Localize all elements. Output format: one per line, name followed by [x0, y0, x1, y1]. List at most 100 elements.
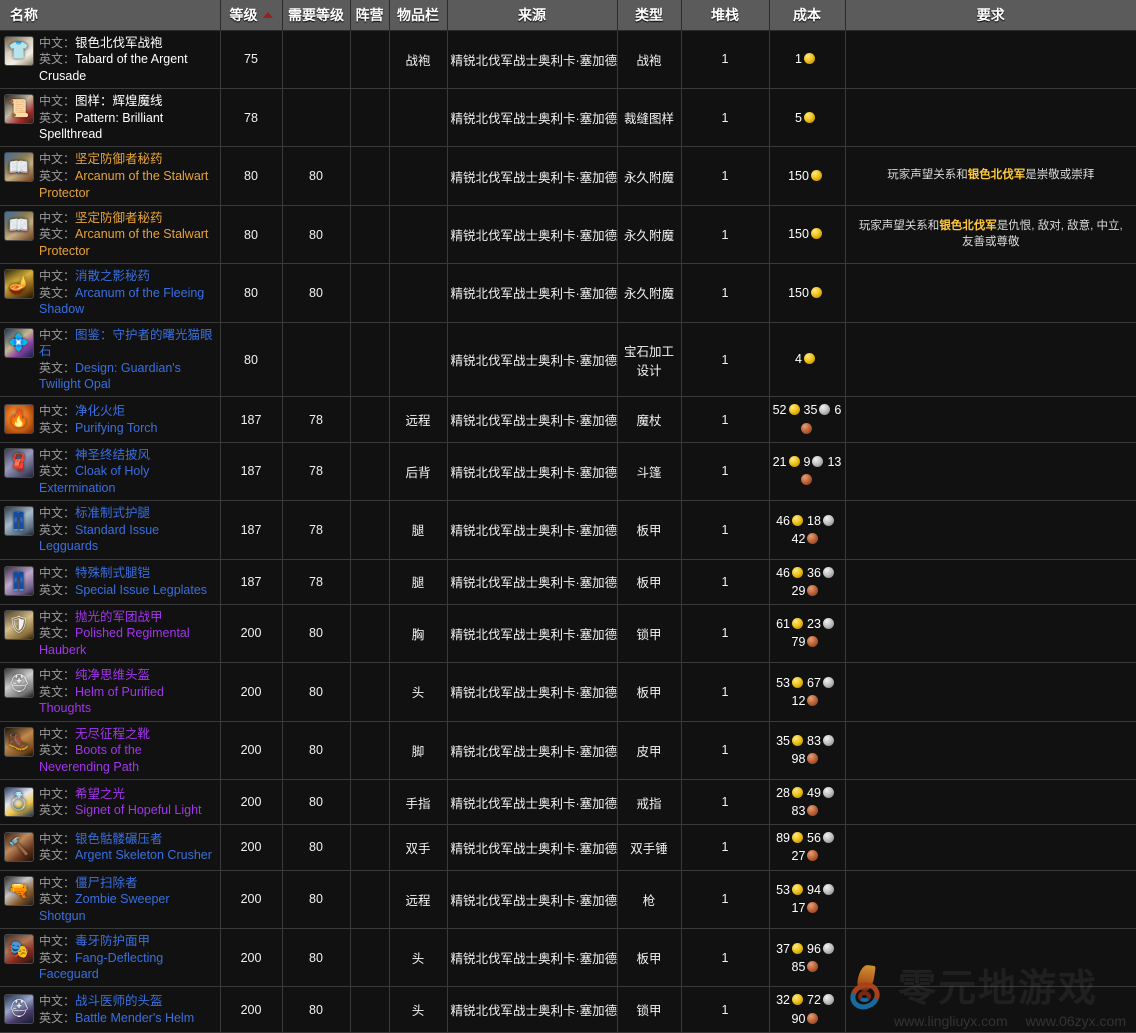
item-name-en[interactable]: Signet of Hopeful Light — [75, 803, 201, 817]
cell-stack: 1 — [681, 30, 769, 88]
cell-required-level — [282, 322, 350, 397]
money-amount: 612379 — [773, 615, 842, 651]
item-name-cn[interactable]: 图样：辉煌魔线 — [75, 94, 163, 108]
money-silver-amount: 18 — [807, 514, 821, 528]
item-name-cn[interactable]: 僵尸扫除者 — [75, 876, 138, 890]
money-amount: 358398 — [773, 732, 842, 768]
item-name-cn[interactable]: 抛光的军团战甲 — [75, 610, 163, 624]
cell-cost: 379685 — [769, 929, 845, 987]
item-name-cn[interactable]: 纯净思维头盔 — [75, 668, 150, 682]
helm-icon[interactable]: ⛑ — [4, 668, 34, 698]
item-name-en[interactable]: Purifying Torch — [75, 421, 157, 435]
column-header-cost[interactable]: 成本 — [769, 0, 845, 30]
ring-icon[interactable]: 💍 — [4, 787, 34, 817]
cell-level: 187 — [220, 397, 282, 442]
requirement-faction[interactable]: 银色北伐军 — [939, 220, 997, 232]
item-name-cn[interactable]: 坚定防御者秘药 — [75, 211, 163, 225]
table-row: 🪔中文：消散之影秘药英文：Arcanum of the Fleeing Shad… — [0, 264, 1136, 322]
item-name-cn[interactable]: 神圣终结披风 — [75, 448, 150, 462]
label-en: 英文： — [39, 361, 75, 375]
cloak-icon[interactable]: 🧣 — [4, 448, 34, 478]
label-en: 英文： — [39, 892, 75, 906]
money-amount: 150 — [788, 284, 826, 302]
item-name-cn[interactable]: 净化火炬 — [75, 404, 125, 418]
column-header-req[interactable]: 要求 — [845, 0, 1136, 30]
cell-required-level: 78 — [282, 442, 350, 500]
gold-coin-icon — [792, 832, 803, 843]
label-cn: 中文： — [39, 994, 75, 1008]
cell-level: 200 — [220, 929, 282, 987]
column-header-name[interactable]: 名称 — [0, 0, 220, 30]
cell-required-level: 80 — [282, 987, 350, 1032]
cell-level: 187 — [220, 559, 282, 604]
money-gold-amount: 150 — [788, 227, 809, 241]
copper-coin-icon — [807, 961, 818, 972]
column-header-reqlvl[interactable]: 需要等级 — [282, 0, 350, 30]
column-header-source[interactable]: 来源 — [447, 0, 617, 30]
label-en: 英文： — [39, 421, 75, 435]
cell-level: 200 — [220, 987, 282, 1032]
item-name-en[interactable]: Battle Mender's Helm — [75, 1011, 194, 1025]
arcanum-shadow-icon[interactable]: 🪔 — [4, 269, 34, 299]
item-name-cn[interactable]: 银色北伐军战袍 — [75, 36, 163, 50]
item-name-cn[interactable]: 无尽征程之靴 — [75, 727, 150, 741]
legplates-icon[interactable]: 👖 — [4, 566, 34, 596]
pattern-scroll-icon[interactable]: 📜 — [4, 94, 34, 124]
cell-required-level: 80 — [282, 780, 350, 825]
column-header-type[interactable]: 类型 — [617, 0, 681, 30]
table-row: 👖中文：特殊制式腿铠英文：Special Issue Legplates1877… — [0, 559, 1136, 604]
item-name-cn[interactable]: 希望之光 — [75, 787, 125, 801]
column-header-slot[interactable]: 物品栏 — [389, 0, 447, 30]
item-name-cn[interactable]: 消散之影秘药 — [75, 269, 150, 283]
gun-icon[interactable]: 🔫 — [4, 876, 34, 906]
column-header-label-source: 来源 — [518, 7, 546, 23]
mace-icon[interactable]: 🔨 — [4, 832, 34, 862]
tabard-icon[interactable]: 👕 — [4, 36, 34, 66]
cell-required-level: 78 — [282, 397, 350, 442]
money-gold-amount: 150 — [788, 169, 809, 183]
boots-icon[interactable]: 🥾 — [4, 727, 34, 757]
table-row: 💠中文：图鉴：守护者的曙光猫眼石英文：Design: Guardian's Tw… — [0, 322, 1136, 397]
item-name-cn[interactable]: 标准制式护腿 — [75, 506, 150, 520]
item-name-cn[interactable]: 战斗医师的头盔 — [75, 994, 163, 1008]
money-silver-amount: 67 — [807, 676, 821, 690]
item-name-cn[interactable]: 特殊制式腿铠 — [75, 566, 150, 580]
cell-level: 200 — [220, 663, 282, 721]
requirement-faction[interactable]: 银色北伐军 — [968, 169, 1026, 181]
item-name-cn[interactable]: 毒牙防护面甲 — [75, 934, 150, 948]
cell-source: 精锐北伐军战士奥利卡·塞加德 — [447, 30, 617, 88]
gold-coin-icon — [789, 456, 800, 467]
label-cn: 中文： — [39, 787, 75, 801]
label-cn: 中文： — [39, 211, 75, 225]
table-row: 💍中文：希望之光英文：Signet of Hopeful Light20080手… — [0, 780, 1136, 825]
item-name-en[interactable]: Special Issue Legplates — [75, 583, 207, 597]
cell-cost: 1 — [769, 30, 845, 88]
cell-cost: 327290 — [769, 987, 845, 1032]
cell-faction — [350, 559, 389, 604]
arcanum-tome-icon[interactable]: 📖 — [4, 152, 34, 182]
cell-requirement — [845, 442, 1136, 500]
cell-item-slot: 脚 — [389, 721, 447, 779]
money-silver-amount: 23 — [807, 617, 821, 631]
copper-coin-icon — [807, 695, 818, 706]
gold-coin-icon — [792, 943, 803, 954]
silver-coin-icon — [823, 677, 834, 688]
arcanum-tome-icon[interactable]: 📖 — [4, 211, 34, 241]
mender-helm-icon[interactable]: ⛑ — [4, 994, 34, 1024]
legguards-icon[interactable]: 👖 — [4, 506, 34, 536]
item-name-cn[interactable]: 银色骷髅碾压者 — [75, 832, 163, 846]
column-header-faction[interactable]: 阵营 — [350, 0, 389, 30]
hauberk-icon[interactable]: 🛡 — [4, 610, 34, 640]
cell-faction — [350, 825, 389, 870]
torch-icon[interactable]: 🔥 — [4, 404, 34, 434]
item-name-en[interactable]: Argent Skeleton Crusher — [75, 848, 212, 862]
column-header-level[interactable]: 等级 — [220, 0, 282, 30]
cell-stack: 1 — [681, 604, 769, 662]
faceguard-icon[interactable]: 🎭 — [4, 934, 34, 964]
copper-coin-icon — [801, 474, 812, 485]
design-scroll-icon[interactable]: 💠 — [4, 328, 34, 358]
cell-name: 🧣中文：神圣终结披风英文：Cloak of Holy Extermination — [0, 442, 220, 500]
column-header-stack[interactable]: 堆栈 — [681, 0, 769, 30]
copper-coin-icon — [801, 423, 812, 434]
item-name-cn[interactable]: 坚定防御者秘药 — [75, 152, 163, 166]
